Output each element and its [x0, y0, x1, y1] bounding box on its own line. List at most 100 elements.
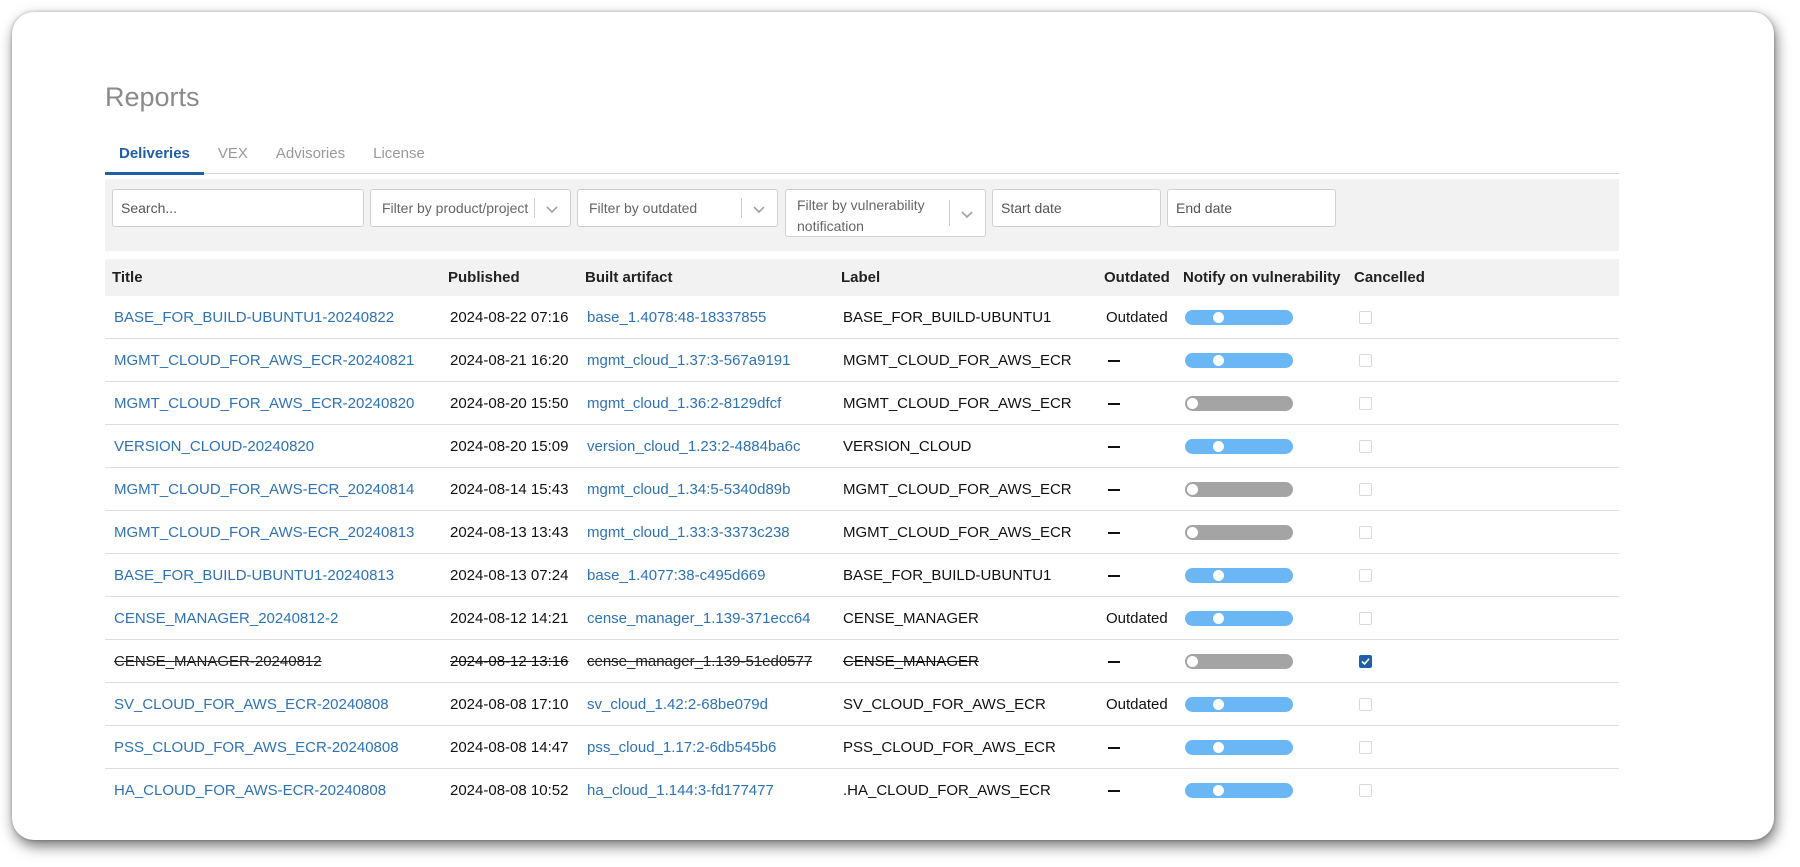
product-filter[interactable]: Filter by product/project	[370, 189, 571, 227]
cancelled-checkbox[interactable]	[1359, 483, 1372, 497]
tab-license[interactable]: License	[359, 137, 439, 172]
delivery-title-link[interactable]: BASE_FOR_BUILD-UBUNTU1-20240813	[114, 567, 394, 584]
tab-deliveries[interactable]: Deliveries	[105, 137, 204, 175]
column-header-cancelled[interactable]: Cancelled	[1347, 259, 1619, 296]
outdated-status: Outdated	[1106, 609, 1168, 627]
chevron-down-icon[interactable]	[752, 202, 766, 216]
cancelled-checkbox[interactable]	[1359, 354, 1372, 368]
artifact-link[interactable]: cense_manager_1.139-371ecc64	[587, 610, 811, 627]
artifact-link[interactable]: pss_cloud_1.17:2-6db545b6	[587, 739, 776, 756]
start-date-input[interactable]	[993, 190, 1160, 226]
chevron-down-icon[interactable]	[545, 202, 559, 216]
table-header-row: Title Published Built artifact Label Out…	[105, 259, 1619, 296]
delivery-title-link[interactable]: CENSE_MANAGER_20240812-2	[114, 610, 338, 627]
notify-toggle[interactable]	[1185, 783, 1293, 799]
table-row: MGMT_CLOUD_FOR_AWS-ECR_20240813 2024-08-1…	[105, 510, 1619, 554]
end-date-input[interactable]	[1168, 190, 1335, 226]
artifact-link[interactable]: mgmt_cloud_1.34:5-5340d89b	[587, 481, 790, 498]
cancelled-checkbox[interactable]	[1359, 311, 1372, 325]
tab-advisories[interactable]: Advisories	[262, 137, 359, 172]
cell-notify	[1176, 510, 1347, 554]
delivery-title-link[interactable]: MGMT_CLOUD_FOR_AWS_ECR-20240821	[114, 352, 414, 369]
delivery-title-link[interactable]: BASE_FOR_BUILD-UBUNTU1-20240822	[114, 309, 394, 326]
cell-artifact: mgmt_cloud_1.37:3-567a9191	[578, 338, 834, 382]
outdated-filter[interactable]: Filter by outdated	[577, 189, 778, 227]
notify-toggle[interactable]	[1185, 396, 1293, 412]
column-header-outdated[interactable]: Outdated	[1097, 259, 1176, 296]
notify-toggle[interactable]	[1185, 697, 1293, 713]
notify-toggle[interactable]	[1185, 525, 1293, 541]
cell-notify	[1176, 769, 1347, 812]
cell-outdated	[1097, 639, 1176, 683]
artifact-link[interactable]: base_1.4078:48-18337855	[587, 309, 766, 326]
published-date: 2024-08-21 16:20	[450, 351, 569, 369]
artifact-link[interactable]: base_1.4077:38-c495d669	[587, 567, 766, 584]
notify-toggle[interactable]	[1185, 353, 1293, 369]
cancelled-checkbox[interactable]	[1359, 612, 1372, 626]
cell-outdated	[1097, 553, 1176, 597]
column-header-notify[interactable]: Notify on vulnerability	[1176, 259, 1347, 296]
cancelled-checkbox[interactable]	[1359, 741, 1372, 755]
cancelled-checkbox[interactable]	[1359, 784, 1372, 798]
column-header-label[interactable]: Label	[834, 259, 1097, 296]
cancelled-checkbox[interactable]	[1359, 440, 1372, 454]
cell-cancelled	[1347, 769, 1619, 812]
chevron-down-icon[interactable]	[960, 207, 974, 221]
cancelled-checkbox[interactable]	[1359, 569, 1372, 583]
notify-toggle[interactable]	[1185, 740, 1293, 756]
tab-vex[interactable]: VEX	[204, 137, 262, 172]
cell-title: BASE_FOR_BUILD-UBUNTU1-20240822	[105, 296, 441, 339]
cell-notify	[1176, 639, 1347, 683]
cell-published: 2024-08-22 07:16	[441, 296, 578, 339]
artifact-link[interactable]: sv_cloud_1.42:2-68be079d	[587, 696, 768, 713]
artifact-link[interactable]: version_cloud_1.23:2-4884ba6c	[587, 438, 801, 455]
cancelled-checkbox[interactable]	[1359, 397, 1372, 411]
cancelled-checkbox[interactable]	[1359, 526, 1372, 540]
delivery-title-link[interactable]: SV_CLOUD_FOR_AWS_ECR-20240808	[114, 696, 389, 713]
column-header-built-artifact[interactable]: Built artifact	[578, 259, 834, 296]
start-date-box	[992, 189, 1161, 227]
delivery-title-link[interactable]: MGMT_CLOUD_FOR_AWS-ECR_20240813	[114, 524, 414, 541]
published-date: 2024-08-22 07:16	[450, 308, 569, 326]
search-input[interactable]	[113, 190, 363, 226]
artifact-link[interactable]: ha_cloud_1.144:3-fd177477	[587, 782, 774, 799]
cancelled-checkbox[interactable]	[1359, 698, 1372, 712]
artifact-link[interactable]: mgmt_cloud_1.37:3-567a9191	[587, 352, 790, 369]
cell-published: 2024-08-21 16:20	[441, 338, 578, 382]
cell-published: 2024-08-08 14:47	[441, 725, 578, 769]
published-date: 2024-08-20 15:50	[450, 394, 569, 412]
toggle-knob	[1187, 527, 1198, 539]
column-header-title[interactable]: Title	[105, 259, 441, 296]
delivery-title-link[interactable]: CENSE_MANAGER-20240812	[114, 653, 322, 670]
table-row: SV_CLOUD_FOR_AWS_ECR-20240808 2024-08-08 …	[105, 682, 1619, 726]
delivery-title-link[interactable]: MGMT_CLOUD_FOR_AWS-ECR_20240814	[114, 481, 414, 498]
cell-title: BASE_FOR_BUILD-UBUNTU1-20240813	[105, 553, 441, 597]
delivery-title-link[interactable]: MGMT_CLOUD_FOR_AWS_ECR-20240820	[114, 395, 414, 412]
cancelled-checkbox[interactable]	[1359, 655, 1372, 669]
artifact-link[interactable]: cense_manager_1.139-51ed0577	[587, 653, 812, 670]
delivery-title-link[interactable]: PSS_CLOUD_FOR_AWS_ECR-20240808	[114, 739, 399, 756]
cell-cancelled	[1347, 338, 1619, 382]
table-row: VERSION_CLOUD-20240820 2024-08-20 15:09 ve…	[105, 424, 1619, 468]
notify-toggle[interactable]	[1185, 611, 1293, 627]
table-body: BASE_FOR_BUILD-UBUNTU1-20240822 2024-08-2…	[105, 296, 1619, 811]
delivery-title-link[interactable]: HA_CLOUD_FOR_AWS-ECR-20240808	[114, 782, 386, 799]
checkmark-icon	[1361, 658, 1370, 666]
table-row: MGMT_CLOUD_FOR_AWS_ECR-20240821 2024-08-2…	[105, 338, 1619, 382]
column-header-published[interactable]: Published	[441, 259, 578, 296]
notify-toggle[interactable]	[1185, 482, 1293, 498]
notify-toggle[interactable]	[1185, 654, 1293, 670]
cell-published: 2024-08-08 17:10	[441, 682, 578, 726]
notify-toggle[interactable]	[1185, 310, 1293, 326]
notify-toggle[interactable]	[1185, 568, 1293, 584]
cell-artifact: mgmt_cloud_1.34:5-5340d89b	[578, 467, 834, 511]
table-row: HA_CLOUD_FOR_AWS-ECR-20240808 2024-08-08 …	[105, 769, 1619, 812]
cell-title: MGMT_CLOUD_FOR_AWS_ECR-20240820	[105, 381, 441, 425]
cell-notify	[1176, 682, 1347, 726]
notify-toggle[interactable]	[1185, 439, 1293, 455]
artifact-link[interactable]: mgmt_cloud_1.36:2-8129dfcf	[587, 395, 781, 412]
label-text: .HA_CLOUD_FOR_AWS_ECR	[843, 781, 1051, 799]
artifact-link[interactable]: mgmt_cloud_1.33:3-3373c238	[587, 524, 790, 541]
vulnerability-filter[interactable]: Filter by vulnerability notification	[785, 189, 986, 237]
delivery-title-link[interactable]: VERSION_CLOUD-20240820	[114, 438, 314, 455]
